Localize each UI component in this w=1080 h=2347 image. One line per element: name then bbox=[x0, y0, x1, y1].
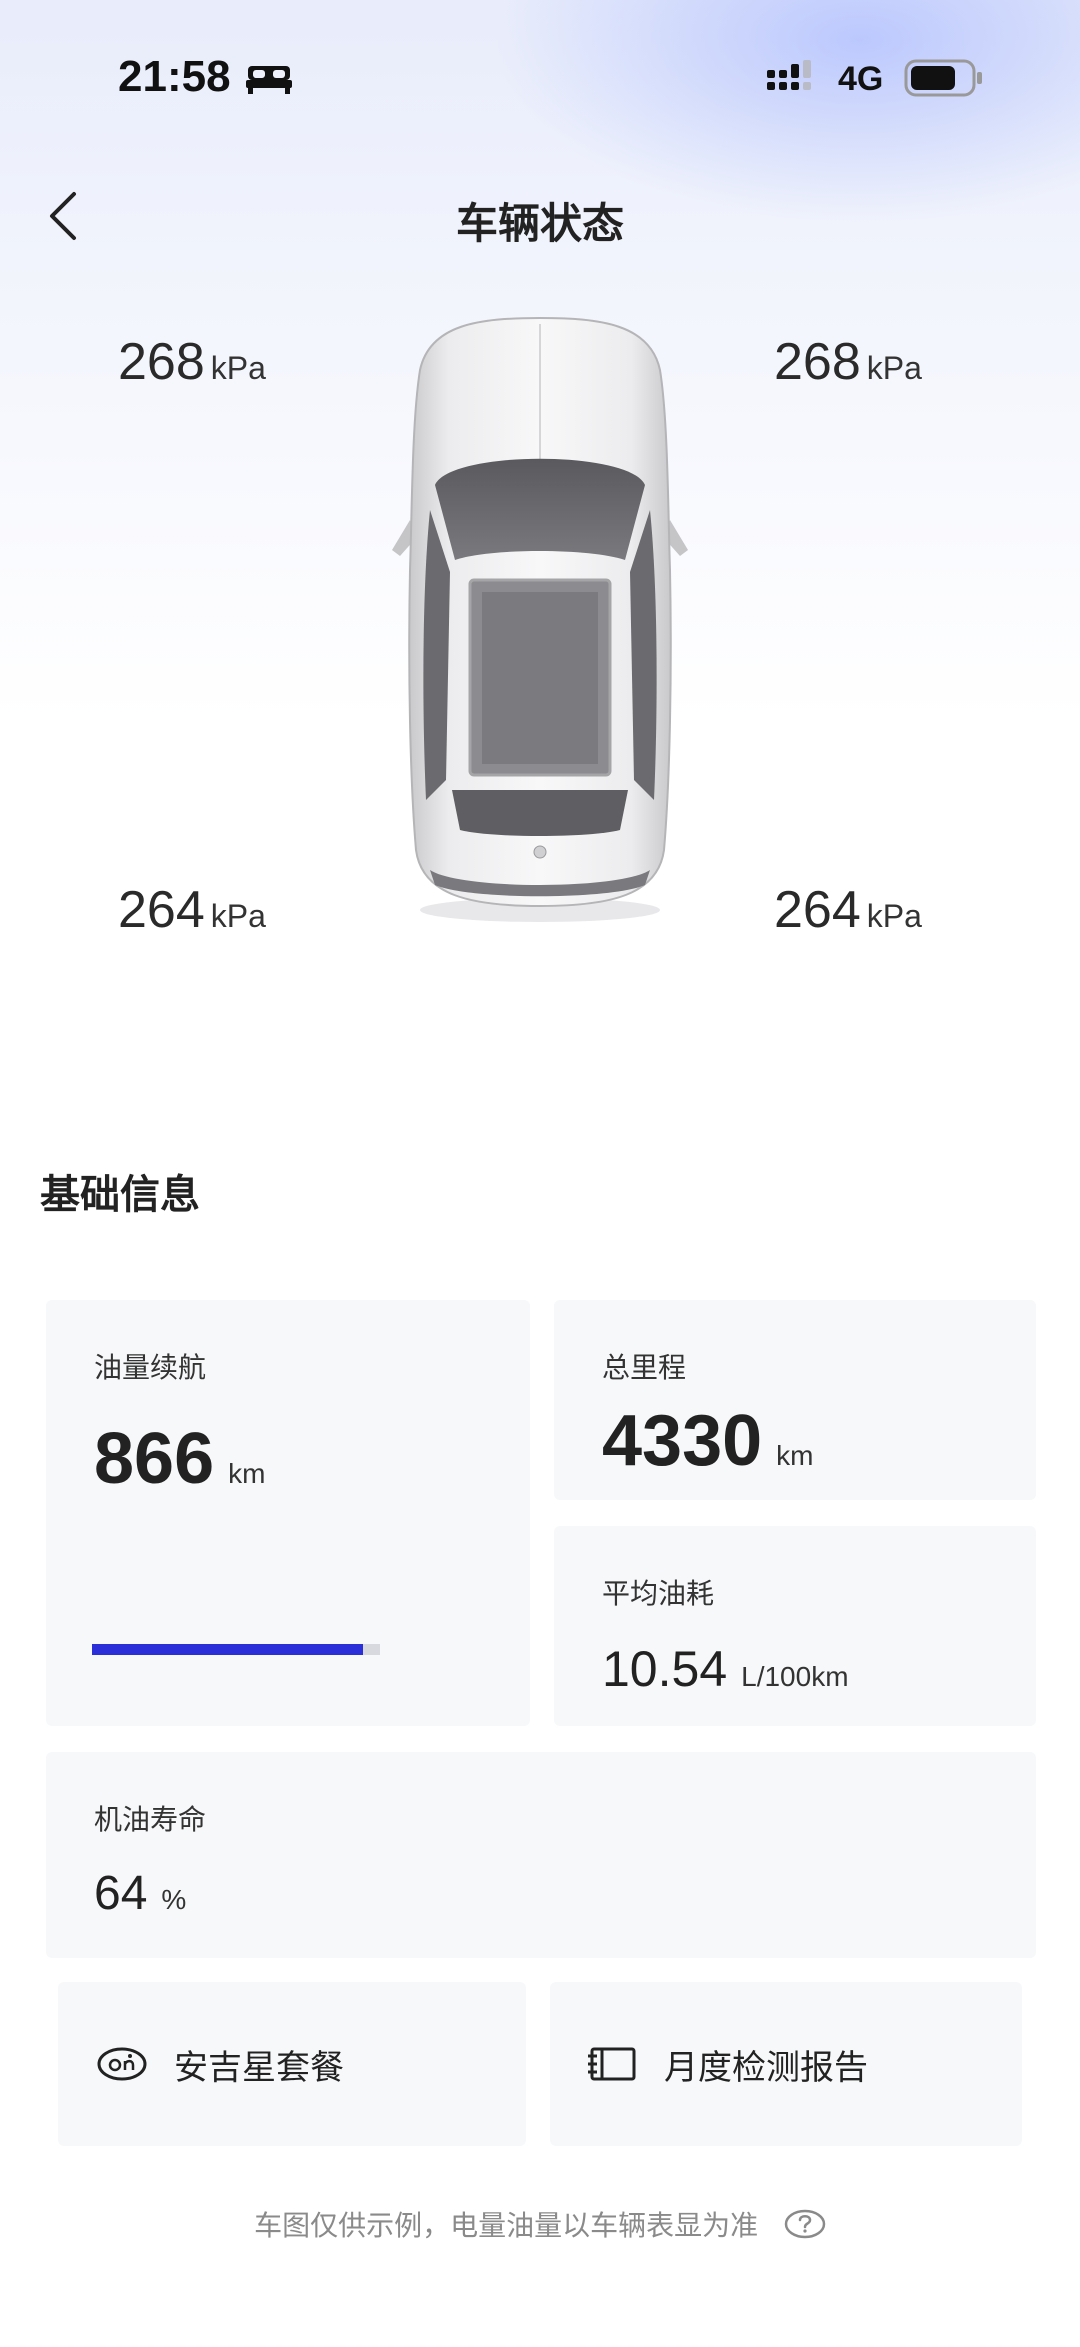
disclaimer: 车图仅供示例，电量油量以车辆表显为准 bbox=[0, 2204, 1080, 2246]
oil-life-value-row: 64% bbox=[94, 1866, 186, 1921]
battery-icon bbox=[904, 59, 984, 102]
odometer-card: 总里程 4330 km bbox=[554, 1300, 1036, 1500]
fuel-range-value: 866 bbox=[94, 1419, 215, 1499]
tire-pressure-front-right: 268 kPa bbox=[774, 332, 922, 392]
status-bar: 21:58 4G bbox=[0, 0, 1080, 160]
fuel-range-card: 油量续航 866 km bbox=[46, 1300, 530, 1726]
network-type: 4G bbox=[838, 60, 884, 98]
monthly-report-label: 月度检测报告 bbox=[664, 2048, 868, 2087]
help-icon[interactable] bbox=[784, 2209, 826, 2246]
tire-value: 268 bbox=[118, 333, 205, 391]
disclaimer-text: 车图仅供示例，电量油量以车辆表显为准 bbox=[254, 2210, 759, 2241]
fuel-range-unit: km bbox=[228, 1458, 266, 1489]
report-icon bbox=[588, 2046, 638, 2082]
tire-unit: kPa bbox=[866, 350, 922, 386]
fuel-level-bar bbox=[92, 1644, 380, 1655]
tire-unit: kPa bbox=[210, 898, 266, 934]
signal-icon bbox=[765, 60, 821, 101]
avg-consumption-card: 平均油耗 10.54 L/100km bbox=[554, 1526, 1036, 1726]
tire-pressure-rear-right: 264 kPa bbox=[774, 880, 922, 940]
fuel-range-value-row: 866 km bbox=[94, 1418, 265, 1500]
fuel-range-label: 油量续航 bbox=[94, 1352, 207, 1383]
avg-consumption-label: 平均油耗 bbox=[602, 1578, 715, 1609]
onstar-package-button[interactable]: 安吉星套餐 bbox=[58, 1982, 526, 2146]
tire-value: 264 bbox=[774, 881, 861, 939]
odometer-label: 总里程 bbox=[602, 1352, 687, 1383]
page-title: 车辆状态 bbox=[455, 200, 624, 247]
status-time: 21:58 bbox=[118, 52, 231, 101]
onstar-icon bbox=[96, 2046, 148, 2082]
oil-life-value: 64 bbox=[94, 1867, 148, 1920]
avg-consumption-unit: L/100km bbox=[741, 1661, 849, 1692]
fuel-level-fill bbox=[92, 1644, 363, 1655]
odometer-value: 4330 bbox=[602, 1401, 763, 1481]
tire-value: 264 bbox=[118, 881, 205, 939]
car-image bbox=[390, 310, 690, 935]
avg-consumption-value-row: 10.54 L/100km bbox=[602, 1640, 849, 1698]
tire-pressure-rear-left: 264 kPa bbox=[118, 880, 266, 940]
monthly-report-button[interactable]: 月度检测报告 bbox=[550, 1982, 1022, 2146]
tire-value: 268 bbox=[774, 333, 861, 391]
tire-pressure-front-left: 268 kPa bbox=[118, 332, 266, 392]
oil-life-unit: % bbox=[161, 1884, 187, 1915]
odometer-value-row: 4330 km bbox=[602, 1400, 814, 1482]
oil-life-label: 机油寿命 bbox=[94, 1804, 207, 1835]
section-title-basic-info: 基础信息 bbox=[40, 1173, 200, 1217]
avg-consumption-value: 10.54 bbox=[602, 1641, 728, 1697]
oil-life-card: 机油寿命 64% bbox=[46, 1752, 1036, 1958]
tire-unit: kPa bbox=[210, 350, 266, 386]
onstar-package-label: 安吉星套餐 bbox=[174, 2048, 344, 2087]
tire-unit: kPa bbox=[866, 898, 922, 934]
odometer-unit: km bbox=[776, 1440, 814, 1471]
sleep-icon bbox=[246, 62, 292, 99]
